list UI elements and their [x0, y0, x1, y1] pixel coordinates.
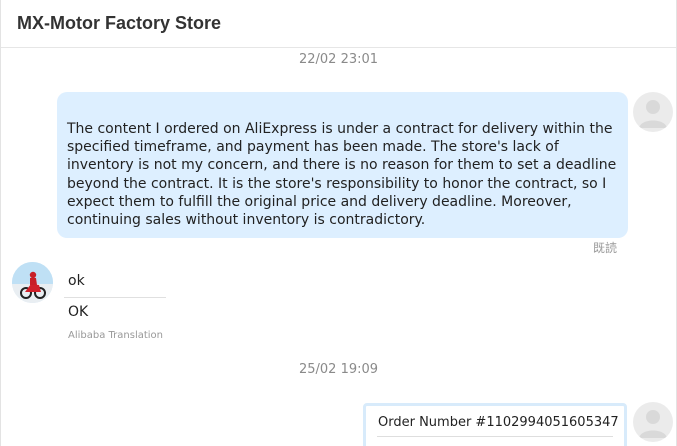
- translation-source-label: Alibaba Translation: [68, 330, 164, 341]
- sent-message-text: The content I ordered on AliExpress is u…: [67, 121, 617, 229]
- store-title: MX-Motor Factory Store: [17, 13, 222, 33]
- sent-message-bubble: The content I ordered on AliExpress is u…: [57, 92, 628, 238]
- read-status-label: 既読: [593, 241, 618, 255]
- translation-divider: [64, 297, 166, 298]
- order-number-label[interactable]: Order Number #1102994051605347: [378, 415, 624, 430]
- user-avatar-icon[interactable]: [633, 92, 673, 132]
- received-message-text: ok: [68, 273, 85, 289]
- store-avatar-icon[interactable]: [12, 262, 53, 303]
- message-timestamp: 25/02 19:09: [298, 362, 379, 377]
- order-card[interactable]: Order Number #1102994051605347: [363, 403, 627, 446]
- chat-header: MX-Motor Factory Store: [1, 0, 676, 48]
- translated-message-text: OK: [68, 304, 89, 320]
- message-timestamp: 22/02 23:01: [298, 52, 379, 67]
- chat-window: MX-Motor Factory Store 22/02 23:01 The c…: [0, 0, 677, 446]
- user-avatar-icon[interactable]: [633, 402, 673, 442]
- order-card-divider: [377, 436, 613, 437]
